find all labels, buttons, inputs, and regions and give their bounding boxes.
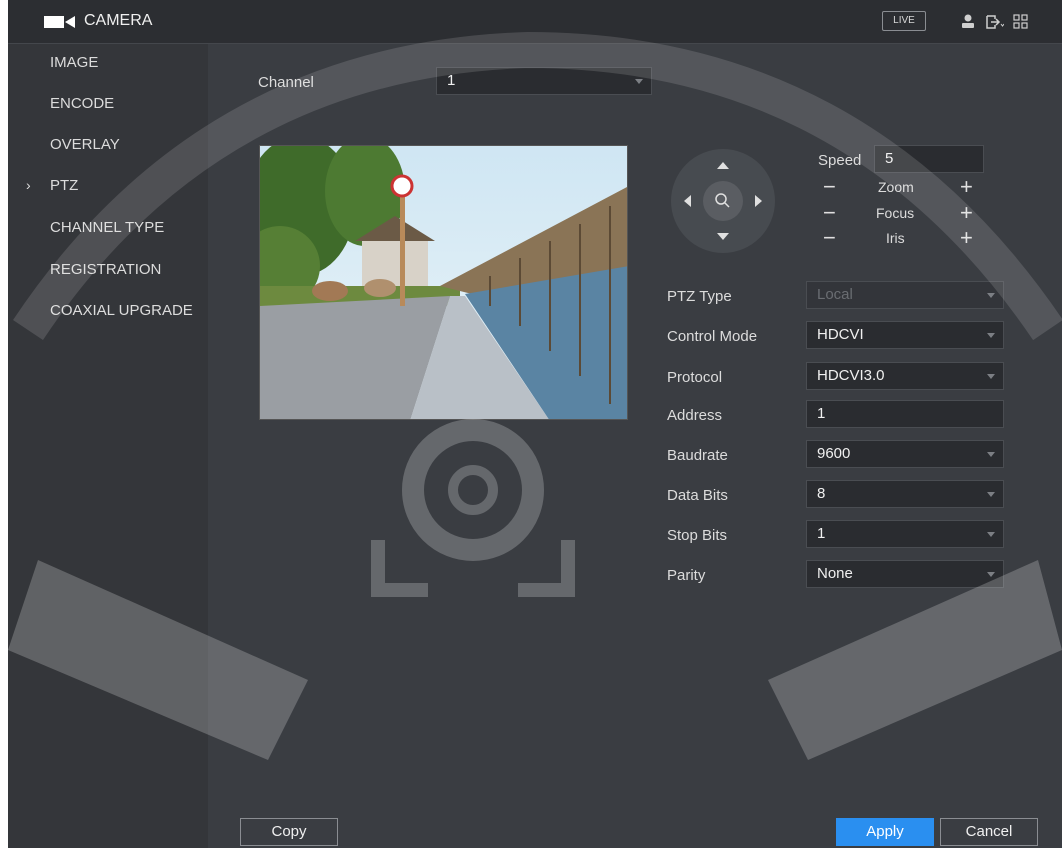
sidebar-item-ptz[interactable]: PTZ [50,177,78,194]
parity-value: None [817,565,853,582]
chevron-down-icon [987,572,995,577]
sidebar-item-channel-type[interactable]: CHANNEL TYPE [50,219,164,236]
stop-bits-select[interactable]: 1 [806,520,1004,548]
speed-value: 5 [885,150,894,167]
chevron-down-icon [987,532,995,537]
protocol-select[interactable]: HDCVI3.0 [806,362,1004,390]
ptz-type-label: PTZ Type [667,288,732,305]
channel-label: Channel [258,74,314,91]
chevron-down-icon [987,374,995,379]
speed-input[interactable]: 5 [874,145,984,173]
protocol-label: Protocol [667,369,723,386]
chevron-down-icon [987,452,995,457]
address-label: Address [667,407,723,424]
baudrate-value: 9600 [817,445,851,462]
control-mode-value: HDCVI [817,326,864,343]
user-icon[interactable] [958,12,978,32]
address-input[interactable]: 1 [806,400,1004,428]
focus-minus-button[interactable]: − [823,202,836,224]
chevron-down-icon [987,293,995,298]
focus-label: Focus [876,205,915,221]
sidebar-item-coaxial-upgrade[interactable]: COAXIAL UPGRADE [50,302,193,319]
chevron-down-icon [987,492,995,497]
sidebar-item-encode[interactable]: ENCODE [50,95,114,112]
live-button[interactable]: LIVE [882,11,926,31]
sidebar-item-image[interactable]: IMAGE [50,54,98,71]
camera-settings-window: CAMERA LIVE IMAGE ENCODE OVERLAY › PTZ C… [8,0,1062,848]
speed-label: Speed [818,152,862,169]
camera-icon [44,16,75,28]
stop-bits-value: 1 [817,525,826,542]
sidebar: IMAGE ENCODE OVERLAY › PTZ CHANNEL TYPE … [8,44,208,848]
ptz-type-value: Local [817,286,853,303]
baudrate-label: Baudrate [667,447,728,464]
ptz-direction-pad[interactable] [670,148,776,254]
stop-bits-label: Stop Bits [667,527,728,544]
data-bits-value: 8 [817,485,826,502]
cancel-button[interactable]: Cancel [940,818,1038,846]
focus-plus-button[interactable]: + [960,202,973,224]
zoom-label: Zoom [878,179,914,195]
data-bits-select[interactable]: 8 [806,480,1004,508]
chevron-down-icon [635,79,643,84]
top-bar: CAMERA LIVE [8,0,1062,44]
chevron-down-icon [987,333,995,338]
iris-plus-button[interactable]: + [960,227,973,249]
baudrate-select[interactable]: 9600 [806,440,1004,468]
control-mode-label: Control Mode [667,328,758,345]
zoom-minus-button[interactable]: − [823,176,836,198]
copy-button[interactable]: Copy [240,818,338,846]
channel-select[interactable]: 1 [436,67,652,95]
camera-preview [259,145,628,420]
page-title: CAMERA [84,12,153,29]
address-value: 1 [817,405,826,422]
logout-icon[interactable] [984,12,1004,32]
channel-value: 1 [447,72,456,89]
menu-grid-icon[interactable] [1011,12,1031,32]
zoom-plus-button[interactable]: + [960,176,973,198]
iris-minus-button[interactable]: − [823,227,836,249]
ptz-type-select: Local [806,281,1004,309]
preview-image [260,146,627,419]
control-mode-select[interactable]: HDCVI [806,321,1004,349]
active-indicator: › [26,177,31,193]
parity-label: Parity [667,567,706,584]
parity-select[interactable]: None [806,560,1004,588]
sidebar-item-overlay[interactable]: OVERLAY [50,136,120,153]
apply-button[interactable]: Apply [836,818,934,846]
sidebar-item-registration[interactable]: REGISTRATION [50,261,161,278]
data-bits-label: Data Bits [667,487,728,504]
iris-label: Iris [886,230,905,246]
protocol-value: HDCVI3.0 [817,367,885,384]
